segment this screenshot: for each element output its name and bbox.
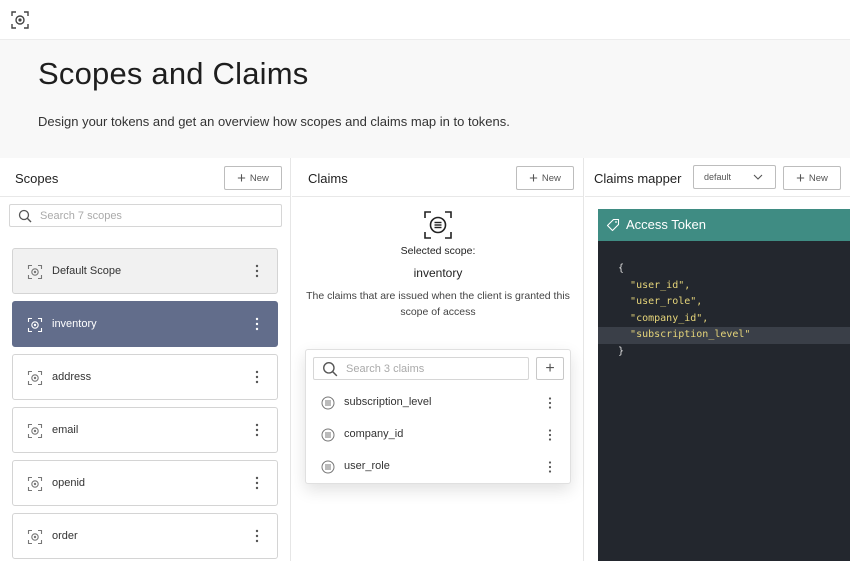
claim-list-icon: [424, 211, 452, 239]
scope-icon: [27, 529, 43, 545]
plus-icon: +: [529, 169, 538, 187]
claims-mapper-title: Claims mapper: [594, 171, 682, 186]
plus-icon: +: [237, 169, 246, 187]
scope-icon: [27, 476, 43, 492]
more-vertical-icon[interactable]: [255, 317, 259, 331]
access-token-title: Access Token: [626, 217, 706, 232]
add-claim-button[interactable]: +: [536, 357, 564, 380]
scopes-panel: Scopes + New Default Scope inventory add…: [0, 158, 291, 561]
selected-scope-label: Selected scope:: [400, 245, 476, 257]
claims-mapper-header: Claims mapper default + New: [585, 158, 850, 197]
selected-scope-name: inventory: [413, 266, 463, 280]
scope-item-label: openid: [52, 477, 86, 489]
claims-list-card: + subscription_level company_id user_rol…: [305, 349, 571, 484]
claim-list-icon: [321, 428, 335, 442]
top-bar: [0, 0, 850, 40]
claim-search-input[interactable]: [346, 362, 528, 375]
code-string: "user_id",: [630, 279, 691, 291]
code-string: "user_role",: [630, 296, 703, 307]
more-vertical-icon[interactable]: [255, 370, 259, 384]
page-header: Scopes and Claims Design your tokens and…: [0, 40, 850, 158]
scope-item-email[interactable]: email: [12, 407, 278, 453]
claim-item-label: subscription_level: [344, 396, 432, 408]
claims-title: Claims: [308, 171, 348, 186]
more-vertical-icon[interactable]: [255, 529, 259, 543]
claims-header: Claims + New: [292, 158, 583, 197]
access-token-header: Access Token: [598, 209, 850, 241]
claim-item-user-role[interactable]: user_role: [306, 452, 572, 482]
new-claim-button[interactable]: + New: [516, 166, 574, 190]
scope-item-label: Default Scope: [52, 265, 122, 277]
new-mapper-label: New: [808, 172, 828, 184]
search-icon: [18, 209, 32, 222]
scope-icon: [27, 423, 43, 439]
scope-item-label: address: [52, 371, 92, 383]
mapper-profile-value: default: [704, 172, 732, 182]
new-scope-label: New: [249, 172, 269, 184]
scope-search-input[interactable]: [40, 209, 281, 222]
mapper-profile-select[interactable]: default: [693, 165, 776, 189]
code-string: "company_id",: [630, 312, 709, 324]
claims-panel: Claims + New Selected scope: inventory T…: [292, 158, 584, 561]
claim-item-company-id[interactable]: company_id: [306, 420, 572, 450]
search-icon: [323, 361, 338, 376]
claim-item-label: company_id: [344, 428, 404, 440]
code-string: "subscription_level": [630, 329, 751, 340]
code-line: {: [618, 263, 625, 274]
scopes-title: Scopes: [15, 171, 59, 186]
scope-item-inventory[interactable]: inventory: [12, 301, 278, 347]
scope-icon: [27, 370, 43, 386]
code-line: "company_id",: [598, 311, 850, 328]
scope-icon: [27, 264, 43, 280]
chevron-down-icon: [753, 174, 763, 180]
more-vertical-icon[interactable]: [548, 461, 552, 473]
new-mapper-button[interactable]: + New: [783, 166, 841, 190]
more-vertical-icon[interactable]: [255, 264, 259, 278]
code-line: "user_id",: [598, 278, 850, 295]
scope-item-label: inventory: [52, 318, 97, 330]
scope-item-label: order: [52, 530, 78, 542]
new-claim-label: New: [541, 172, 561, 184]
more-vertical-icon[interactable]: [255, 423, 259, 437]
claim-item-subscription-level[interactable]: subscription_level: [306, 388, 572, 418]
access-token-preview: Access Token { "user_id", "user_role", "…: [598, 209, 850, 561]
claim-search[interactable]: [313, 357, 529, 380]
scope-search[interactable]: [9, 204, 282, 227]
code-line: }: [618, 345, 625, 357]
tag-icon: [606, 218, 620, 232]
selected-scope-description: The claims that are issued when the clie…: [306, 290, 570, 318]
scope-item-address[interactable]: address: [12, 354, 278, 400]
scope-item-openid[interactable]: openid: [12, 460, 278, 506]
plus-icon: +: [796, 169, 805, 187]
token-code: { "user_id", "user_role", "company_id", …: [598, 261, 850, 360]
more-vertical-icon[interactable]: [548, 397, 552, 409]
page-title: Scopes and Claims: [38, 56, 309, 91]
new-scope-button[interactable]: + New: [224, 166, 282, 190]
scope-item-label: email: [52, 424, 79, 436]
scope-item-default-scope[interactable]: Default Scope: [12, 248, 278, 294]
claim-list-icon: [321, 396, 335, 410]
scopes-header: Scopes + New: [0, 158, 290, 197]
code-line: "user_role",: [598, 294, 850, 311]
claim-list-icon: [321, 460, 335, 474]
scope-item-order[interactable]: order: [12, 513, 278, 559]
more-vertical-icon[interactable]: [255, 476, 259, 490]
claim-item-label: user_role: [344, 460, 390, 472]
code-line-highlighted: "subscription_level": [598, 327, 850, 344]
claims-mapper-panel: Claims mapper default + New Access Token…: [585, 158, 850, 561]
scope-icon: [27, 317, 43, 333]
more-vertical-icon[interactable]: [548, 429, 552, 441]
scope-logo-icon[interactable]: [10, 10, 30, 30]
page-subtitle: Design your tokens and get an overview h…: [38, 114, 510, 129]
